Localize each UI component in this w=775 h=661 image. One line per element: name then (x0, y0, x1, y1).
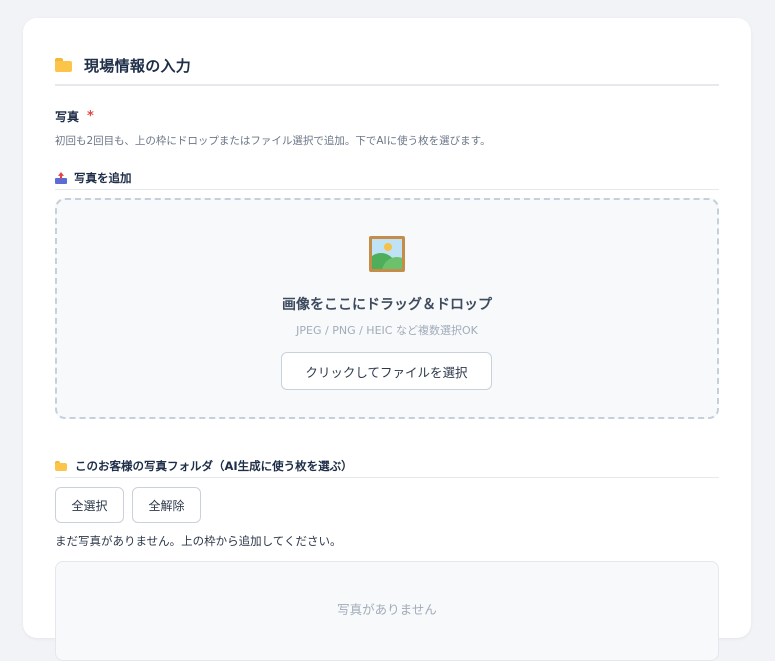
photo-field-label-row: 写真 * (55, 108, 94, 125)
deselect-all-button[interactable]: 全解除 (132, 487, 201, 523)
inbox-tray-icon (55, 172, 67, 184)
photo-dropzone[interactable]: 画像をここにドラッグ＆ドロップ JPEG / PNG / HEIC など複数選択… (55, 198, 719, 419)
photo-field-label: 写真 (55, 110, 80, 124)
customer-folder-heading: このお客様の写真フォルダ（AI生成に使う枚を選ぶ） (55, 454, 719, 478)
photo-grid: 写真がありません (55, 561, 719, 661)
required-mark: * (87, 109, 94, 124)
select-all-button[interactable]: 全選択 (55, 487, 124, 523)
section-header: 現場情報の入力 (55, 50, 719, 86)
empty-folder-message: まだ写真がありません。上の枠から追加してください。 (55, 534, 342, 548)
add-photos-label: 写真を追加 (74, 171, 132, 185)
framed-picture-icon (369, 236, 405, 272)
folder-icon (55, 460, 67, 471)
customer-folder-label: このお客様の写真フォルダ（AI生成に使う枚を選ぶ） (75, 458, 353, 473)
photo-grid-placeholder: 写真がありません (337, 602, 437, 617)
photo-input-card: 現場情報の入力 写真 * 初回も2回目も、上の枠にドロップまたはファイル選択で追… (23, 18, 751, 661)
dropzone-title: 画像をここにドラッグ＆ドロップ (282, 297, 492, 313)
select-file-button[interactable]: クリックしてファイルを選択 (281, 352, 492, 390)
section-title: 現場情報の入力 (84, 56, 192, 75)
photo-field-hint: 初回も2回目も、上の枠にドロップまたはファイル選択で追加。下でAIに使う枚を選び… (55, 135, 491, 147)
folder-icon (55, 58, 72, 72)
dropzone-formats: JPEG / PNG / HEIC など複数選択OK (296, 324, 478, 337)
add-photos-heading: 写真を追加 (55, 167, 719, 190)
